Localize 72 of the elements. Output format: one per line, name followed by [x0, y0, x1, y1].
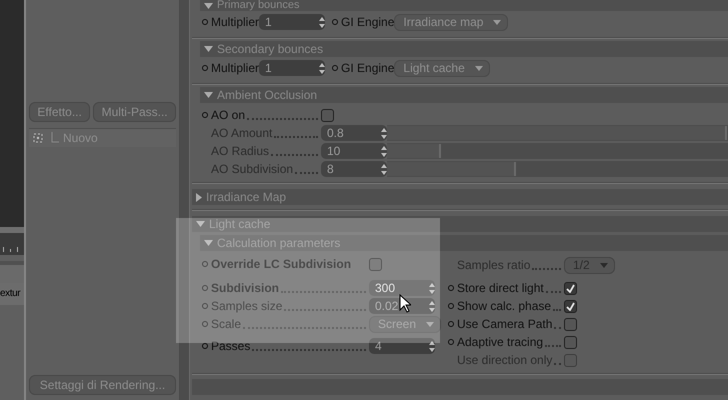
- option-dot-icon: [202, 303, 208, 309]
- render-setting-icon: [33, 133, 43, 143]
- option-dot-icon: [202, 19, 208, 25]
- section-header[interactable]: Primary bounces: [200, 0, 728, 11]
- mouse-pointer-icon: [399, 294, 411, 313]
- tick-marks: [3, 247, 18, 252]
- spin-arrows-icon[interactable]: [319, 16, 326, 28]
- option-dot-icon: [332, 65, 338, 71]
- option-dot-icon: [202, 112, 208, 118]
- caret-icon: [426, 322, 434, 326]
- field-label: Use Camera Path: [457, 316, 552, 333]
- collapse-triangle-icon[interactable]: [196, 221, 205, 227]
- spin-arrows-icon[interactable]: [381, 146, 387, 156]
- number-spinner[interactable]: 1: [259, 60, 326, 76]
- field-label: Override LC Subdivision: [211, 256, 352, 273]
- field-label: Samples size: [211, 298, 282, 315]
- section-header[interactable]: Secondary bounces: [200, 41, 728, 57]
- tab-label[interactable]: extur: [0, 283, 24, 305]
- collapse-triangle-icon[interactable]: [204, 46, 213, 52]
- number-spinner[interactable]: 4: [369, 338, 435, 354]
- collapse-triangle-icon[interactable]: [204, 2, 213, 8]
- field-label: Subdivision: [211, 280, 280, 297]
- checkbox[interactable]: [564, 300, 577, 312]
- caret-icon: [600, 262, 608, 268]
- option-dot-icon: [448, 339, 454, 345]
- panel-button[interactable]: Effetto...: [29, 102, 90, 122]
- option-dot-icon: [202, 65, 208, 71]
- toolbar-strip: [0, 227, 24, 233]
- field-label: Multiplier: [211, 15, 260, 29]
- dropdown[interactable]: Light cache: [394, 60, 490, 76]
- caret-icon: [493, 20, 502, 24]
- section-header[interactable]: Ambient Occlusion: [200, 87, 728, 103]
- option-dot-icon: [202, 321, 208, 327]
- option-dot-icon: [202, 261, 208, 267]
- checkbox[interactable]: [564, 336, 577, 348]
- option-dot-icon: [448, 303, 454, 309]
- spin-arrows-icon[interactable]: [319, 62, 326, 74]
- spin-arrows-icon[interactable]: [429, 282, 435, 294]
- field-label: Passes: [211, 338, 250, 355]
- field-label: Scale: [211, 316, 242, 333]
- panel-button[interactable]: Multi-Pass...: [93, 102, 176, 122]
- option-dot-icon: [448, 285, 454, 291]
- checkbox[interactable]: [369, 258, 382, 270]
- field-label: GI Engine: [341, 61, 394, 75]
- option-dot-icon: [202, 285, 208, 291]
- spin-arrows-icon[interactable]: [381, 128, 387, 138]
- spin-arrows-icon[interactable]: [429, 340, 435, 352]
- collapse-triangle-icon[interactable]: [204, 240, 213, 246]
- option-dot-icon: [332, 19, 338, 25]
- number-spinner[interactable]: 0.02: [369, 298, 435, 314]
- expand-triangle-icon[interactable]: [196, 192, 202, 202]
- dropdown[interactable]: Irradiance map: [394, 14, 508, 30]
- spin-arrows-icon[interactable]: [381, 164, 387, 174]
- caret-icon: [474, 66, 483, 70]
- field-label: Show calc. phase: [457, 298, 552, 315]
- checkbox[interactable]: [564, 282, 577, 294]
- field-label: GI Engine: [341, 15, 394, 29]
- checkbox[interactable]: [321, 108, 334, 122]
- checkbox[interactable]: [564, 318, 577, 330]
- render-settings-button[interactable]: Settaggi di Rendering...: [29, 375, 176, 395]
- option-dot-icon: [202, 343, 208, 349]
- collapse-triangle-icon[interactable]: [204, 92, 213, 98]
- section-header[interactable]: Irradiance Map: [192, 189, 728, 205]
- tab-strip: [0, 265, 24, 283]
- spin-arrows-icon[interactable]: [429, 300, 435, 312]
- field-label: Adaptive tracing: [457, 334, 544, 351]
- option-dot-icon: [448, 321, 454, 327]
- field-label: Multiplier: [211, 61, 260, 75]
- field-label: Store direct light: [457, 280, 544, 297]
- number-spinner[interactable]: 300: [369, 280, 435, 296]
- field-label: AO on: [211, 107, 246, 124]
- number-spinner[interactable]: 1: [259, 14, 326, 30]
